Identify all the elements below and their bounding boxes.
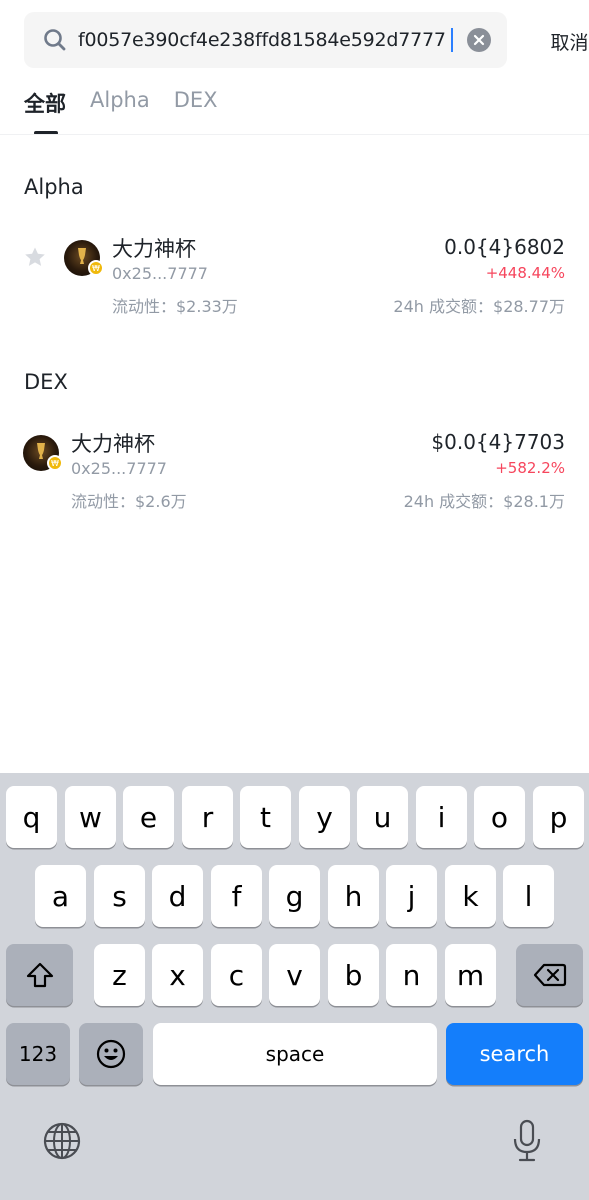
space-key[interactable]: space [153, 1023, 437, 1085]
shift-key[interactable] [6, 944, 73, 1006]
key-j[interactable]: j [386, 865, 437, 927]
tab-bar: 全部 Alpha DEX [24, 88, 242, 136]
section-title-dex: DEX [24, 370, 68, 394]
tabs-divider [0, 134, 589, 135]
key-e[interactable]: e [123, 786, 174, 848]
token-liquidity: 流动性：$2.33万 [112, 297, 238, 316]
key-h[interactable]: h [328, 865, 379, 927]
key-l[interactable]: l [503, 865, 554, 927]
alpha-token-row[interactable]: ₩ 大力神杯 0x25...7777 流动性：$2.33万 0.0{4}6802… [0, 230, 589, 316]
globe-icon[interactable] [42, 1121, 82, 1161]
cancel-button[interactable]: 取消 [526, 28, 589, 55]
key-n[interactable]: n [386, 944, 437, 1006]
tab-all[interactable]: 全部 [24, 88, 66, 136]
token-price: 0.0{4}6802 [444, 235, 565, 259]
backspace-icon [533, 963, 566, 987]
key-r[interactable]: r [182, 786, 233, 848]
chain-badge-icon: ₩ [88, 260, 104, 276]
key-g[interactable]: g [269, 865, 320, 927]
key-c[interactable]: c [211, 944, 262, 1006]
tab-alpha[interactable]: Alpha [90, 88, 150, 136]
key-x[interactable]: x [152, 944, 203, 1006]
token-address: 0x25...7777 [112, 264, 208, 283]
token-price: $0.0{4}7703 [431, 430, 565, 454]
chain-badge-icon: ₩ [47, 455, 63, 471]
mic-icon[interactable] [511, 1119, 543, 1163]
key-y[interactable]: y [299, 786, 350, 848]
numbers-key[interactable]: 123 [6, 1023, 70, 1085]
backspace-key[interactable] [516, 944, 583, 1006]
tab-dex-label: DEX [173, 88, 218, 112]
tab-dex[interactable]: DEX [174, 88, 218, 136]
key-v[interactable]: v [269, 944, 320, 1006]
token-name: 大力神杯 [71, 432, 155, 456]
token-change: +448.44% [485, 264, 565, 282]
search-icon [42, 27, 68, 53]
token-name: 大力神杯 [112, 237, 196, 261]
token-address: 0x25...7777 [71, 459, 167, 478]
section-title-alpha: Alpha [24, 175, 84, 199]
star-icon[interactable] [24, 246, 46, 268]
tab-all-label: 全部 [24, 92, 66, 116]
key-m[interactable]: m [445, 944, 496, 1006]
key-f[interactable]: f [211, 865, 262, 927]
token-volume: 24h 成交额：$28.77万 [393, 297, 565, 316]
key-b[interactable]: b [328, 944, 379, 1006]
key-o[interactable]: o [474, 786, 525, 848]
key-u[interactable]: u [357, 786, 408, 848]
key-t[interactable]: t [240, 786, 291, 848]
tab-alpha-label: Alpha [90, 88, 150, 112]
search-box[interactable] [24, 12, 507, 68]
clear-icon[interactable] [467, 28, 491, 52]
search-row: 取消 [24, 12, 589, 68]
emoji-icon [96, 1039, 126, 1069]
key-i[interactable]: i [416, 786, 467, 848]
key-a[interactable]: a [35, 865, 86, 927]
shift-icon [26, 962, 53, 988]
search-key[interactable]: search [446, 1023, 583, 1085]
key-s[interactable]: s [94, 865, 145, 927]
key-k[interactable]: k [445, 865, 496, 927]
key-w[interactable]: w [65, 786, 116, 848]
token-change: +582.2% [495, 459, 565, 477]
keyboard: q w e r t y u i o p a s d f g h j k l z … [0, 773, 589, 1200]
emoji-key[interactable] [79, 1023, 143, 1085]
search-input[interactable] [78, 29, 451, 51]
dex-token-row[interactable]: ₩ 大力神杯 0x25...7777 流动性：$2.6万 $0.0{4}7703… [0, 425, 589, 511]
key-q[interactable]: q [6, 786, 57, 848]
key-d[interactable]: d [152, 865, 203, 927]
text-caret [451, 28, 453, 52]
key-p[interactable]: p [533, 786, 584, 848]
token-volume: 24h 成交额：$28.1万 [403, 492, 565, 511]
token-liquidity: 流动性：$2.6万 [71, 492, 187, 511]
key-z[interactable]: z [94, 944, 145, 1006]
